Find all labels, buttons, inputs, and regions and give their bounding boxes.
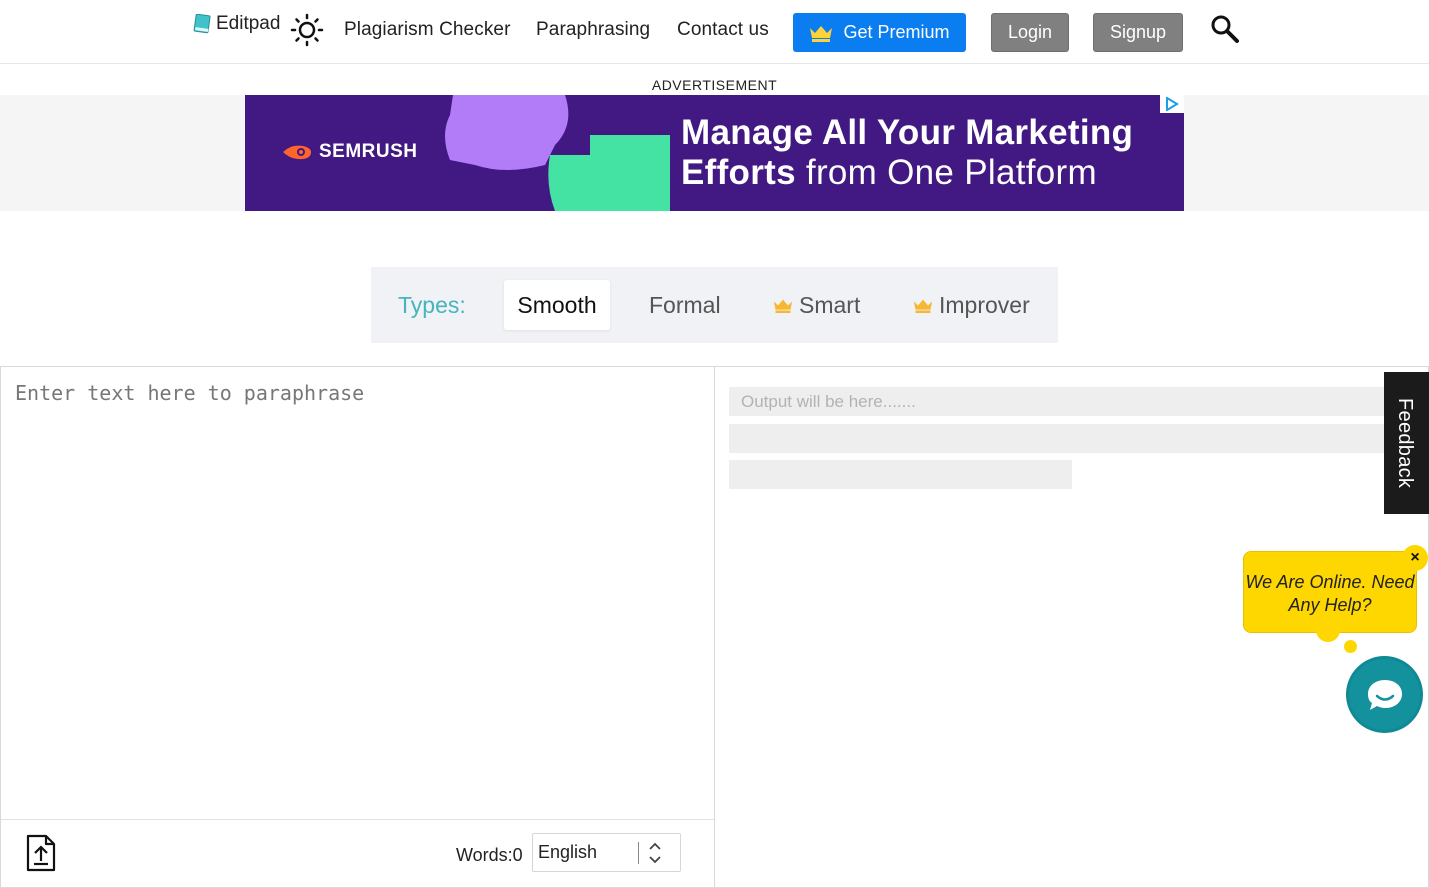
- chat-greeting-line1: We Are Online. Need: [1245, 572, 1415, 592]
- word-count: Words:0: [456, 845, 523, 865]
- language-select-separator: [638, 842, 639, 864]
- signup-button[interactable]: Signup: [1093, 13, 1183, 52]
- tab-formal[interactable]: Formal: [635, 280, 735, 330]
- tab-smooth[interactable]: Smooth: [504, 280, 610, 330]
- input-footer: Words:0 English: [1, 819, 714, 887]
- premium-crown-icon: [773, 299, 793, 313]
- tab-smart[interactable]: Smart: [759, 280, 874, 330]
- ad-headline-bold-word: Efforts: [681, 153, 796, 192]
- ad-choices-icon[interactable]: [1160, 95, 1184, 113]
- login-button[interactable]: Login: [991, 13, 1069, 52]
- chat-bubble-icon: [1367, 679, 1402, 710]
- feedback-tab[interactable]: Feedback: [1384, 372, 1429, 514]
- ad-headline-line2: from One Platform: [795, 153, 1097, 192]
- paraphrase-types-bar: Types: Smooth Formal Smart Improver: [371, 267, 1058, 343]
- output-skeleton-line: Output will be here.......: [729, 387, 1389, 416]
- chat-bubble-dot: [1344, 640, 1357, 653]
- semrush-flame-icon: [283, 145, 311, 160]
- nav-paraphrasing[interactable]: Paraphrasing: [536, 19, 650, 41]
- language-select-value: English: [538, 842, 598, 862]
- site-logo[interactable]: Editpad: [192, 13, 280, 35]
- output-skeleton-line: [729, 424, 1389, 453]
- premium-crown-icon: [913, 299, 933, 313]
- site-header: Editpad Plagiarism Checker Paraphrasing …: [0, 0, 1429, 64]
- nav-contact-us[interactable]: Contact us: [677, 19, 769, 41]
- tab-improver[interactable]: Improver: [899, 280, 1044, 330]
- input-panel: Words:0 English: [0, 366, 715, 888]
- tab-formal-label: Formal: [649, 291, 721, 318]
- output-skeleton-line: [729, 460, 1072, 489]
- get-premium-button[interactable]: Get Premium: [793, 13, 966, 52]
- feedback-label: Feedback: [1394, 398, 1416, 489]
- ad-brand-logo: SEMRUSH: [281, 141, 418, 163]
- tab-smooth-label: Smooth: [517, 291, 597, 318]
- types-label: Types:: [398, 292, 466, 318]
- paraphrase-input[interactable]: [1, 367, 714, 819]
- crown-icon: [810, 25, 833, 42]
- brand-name: Editpad: [216, 13, 281, 34]
- ad-banner[interactable]: SEMRUSH Manage All Your Marketing Effort…: [245, 95, 1184, 211]
- ad-headline: Manage All Your Marketing Efforts from O…: [681, 113, 1133, 193]
- tab-smart-label: Smart: [799, 291, 861, 318]
- chat-greeting-bubble[interactable]: We Are Online. Need Any Help?: [1243, 551, 1417, 633]
- chat-open-button[interactable]: [1346, 656, 1423, 733]
- ad-headline-line1: Manage All Your Marketing: [681, 113, 1134, 152]
- theme-toggle-sun-icon[interactable]: [290, 13, 324, 47]
- tab-improver-label: Improver: [939, 291, 1030, 318]
- search-icon[interactable]: [1210, 14, 1240, 44]
- notepad-icon: [193, 14, 211, 34]
- get-premium-label: Get Premium: [843, 22, 950, 42]
- language-select[interactable]: English: [532, 833, 681, 872]
- upload-file-icon[interactable]: [25, 834, 57, 872]
- chat-greeting-line2: Any Help?: [1288, 595, 1372, 615]
- output-placeholder: Output will be here.......: [741, 392, 916, 411]
- nav-plagiarism-checker[interactable]: Plagiarism Checker: [344, 19, 511, 41]
- ad-brand-name: SEMRUSH: [319, 141, 418, 162]
- chevron-up-down-icon: [649, 842, 661, 864]
- advertisement-label: ADVERTISEMENT: [651, 77, 778, 93]
- chat-close-button[interactable]: ×: [1402, 545, 1428, 571]
